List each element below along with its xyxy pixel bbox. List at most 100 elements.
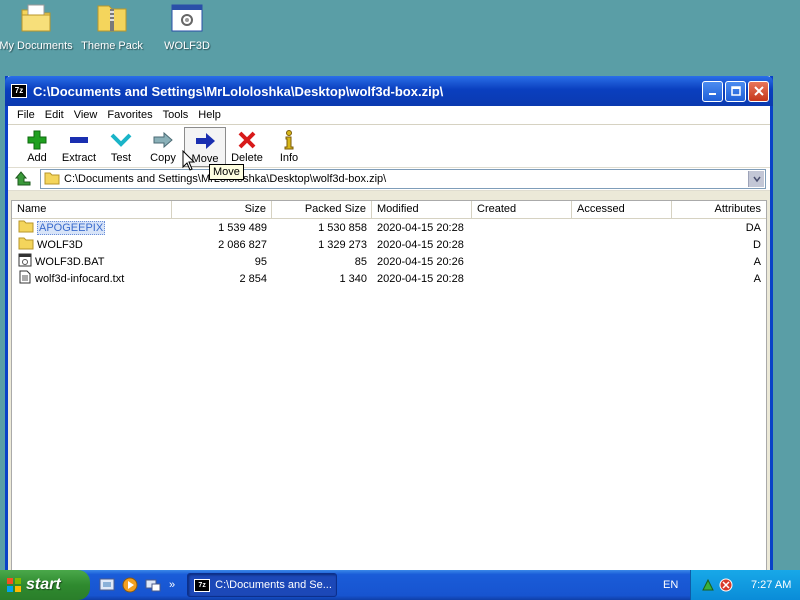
- tray-security-icon[interactable]: [719, 578, 733, 592]
- menu-bar: File Edit View Favorites Tools Help: [8, 106, 770, 125]
- tool-label: Extract: [61, 152, 97, 164]
- network-icon[interactable]: [144, 576, 162, 594]
- windows-flag-icon: [7, 578, 21, 592]
- file-packed-size: 85: [354, 255, 367, 268]
- zip-folder-icon: [95, 2, 129, 34]
- desktop-icon-label: My Documents: [0, 40, 73, 52]
- extract-button[interactable]: Extract: [58, 127, 100, 167]
- taskbar: start » 7z C:\Documents and Se... EN 7:2…: [0, 570, 800, 600]
- column-attributes[interactable]: Attributes: [672, 201, 766, 218]
- media-player-icon[interactable]: [121, 576, 139, 594]
- desktop-icon-label: Theme Pack: [81, 40, 143, 52]
- tool-label: Info: [279, 152, 299, 164]
- move-tooltip: Move: [209, 164, 244, 180]
- system-tray: 7:27 AM: [690, 570, 800, 600]
- start-button[interactable]: start: [0, 570, 90, 600]
- delete-button[interactable]: Delete: [226, 127, 268, 167]
- info-button[interactable]: Info: [268, 127, 310, 167]
- file-attributes: A: [753, 272, 761, 285]
- up-folder-button[interactable]: [14, 170, 32, 188]
- language-indicator[interactable]: EN: [663, 579, 678, 591]
- tray-update-icon[interactable]: [701, 578, 715, 592]
- table-row[interactable]: wolf3d-infocard.txt 2 854 1 340 2020-04-…: [12, 270, 766, 287]
- delete-icon: [226, 129, 268, 151]
- column-size[interactable]: Size: [172, 201, 272, 218]
- desktop-icon-label: WOLF3D: [164, 40, 210, 52]
- file-size: 1 539 489: [218, 221, 267, 234]
- copy-icon: [142, 129, 184, 151]
- menu-help[interactable]: Help: [193, 109, 226, 121]
- file-name: WOLF3D.BAT: [35, 255, 105, 268]
- file-modified: 2020-04-15 20:28: [377, 238, 464, 251]
- quick-launch: [98, 576, 167, 594]
- menu-view[interactable]: View: [69, 109, 103, 121]
- minimize-button[interactable]: [702, 80, 723, 102]
- table-row[interactable]: WOLF3D 2 086 827 1 329 273 2020-04-15 20…: [12, 236, 766, 253]
- file-modified: 2020-04-15 20:26: [377, 255, 464, 268]
- menu-file[interactable]: File: [12, 109, 40, 121]
- column-created[interactable]: Created: [472, 201, 572, 218]
- file-packed-size: 1 340: [339, 272, 367, 285]
- column-name[interactable]: Name: [12, 201, 172, 218]
- address-text: C:\Documents and Settings\MrLololoshka\D…: [64, 173, 387, 185]
- folder-icon: [18, 219, 34, 236]
- info-icon: [268, 129, 310, 151]
- file-attributes: A: [753, 255, 761, 268]
- taskbar-item-archive[interactable]: 7z C:\Documents and Se...: [187, 573, 338, 597]
- column-modified[interactable]: Modified: [372, 201, 472, 218]
- chevron-down-icon: [752, 176, 761, 183]
- menu-edit[interactable]: Edit: [40, 109, 69, 121]
- file-size: 2 854: [239, 272, 267, 285]
- mouse-cursor-icon: [182, 150, 196, 171]
- my-documents-icon: [19, 2, 53, 34]
- tool-label: Copy: [150, 152, 176, 164]
- minimize-icon: [708, 93, 716, 95]
- quick-launch-expand-icon[interactable]: »: [169, 579, 175, 591]
- file-list: Name Size Packed Size Modified Created A…: [11, 200, 767, 571]
- 7zip-app-icon: 7z: [11, 84, 27, 98]
- folder-icon: [18, 236, 34, 253]
- desktop-icon-theme-pack[interactable]: Theme Pack: [73, 2, 151, 52]
- file-packed-size: 1 329 273: [318, 238, 367, 251]
- maximize-button[interactable]: [725, 80, 746, 102]
- table-row[interactable]: WOLF3D.BAT 95 85 2020-04-15 20:26 A: [12, 253, 766, 270]
- extract-icon: [58, 129, 100, 151]
- window-titlebar[interactable]: 7z C:\Documents and Settings\MrLololoshk…: [5, 76, 773, 106]
- exe-window-icon: [170, 2, 204, 34]
- tool-label: Test: [110, 152, 132, 164]
- tool-label: Add: [27, 152, 47, 164]
- file-attributes: D: [753, 238, 761, 251]
- start-label: start: [26, 576, 61, 593]
- up-arrow-icon: [15, 171, 31, 186]
- close-button[interactable]: [748, 80, 769, 102]
- show-desktop-icon[interactable]: [98, 576, 116, 594]
- toolbar: Add Extract Test Copy Move Delete Info: [8, 125, 770, 167]
- file-modified: 2020-04-15 20:28: [377, 221, 464, 234]
- archive-window: 7z C:\Documents and Settings\MrLololoshk…: [5, 76, 773, 574]
- tool-label: Delete: [231, 152, 263, 164]
- column-accessed[interactable]: Accessed: [572, 201, 672, 218]
- clock[interactable]: 7:27 AM: [751, 579, 791, 591]
- file-attributes: DA: [745, 221, 761, 234]
- address-bar: C:\Documents and Settings\MrLololoshka\D…: [8, 167, 770, 191]
- menu-favorites[interactable]: Favorites: [102, 109, 157, 121]
- text-file-icon: [18, 270, 32, 287]
- file-modified: 2020-04-15 20:28: [377, 272, 464, 285]
- test-icon: [100, 129, 142, 151]
- address-dropdown-button[interactable]: [748, 171, 764, 187]
- test-button[interactable]: Test: [100, 127, 142, 167]
- add-icon: [16, 129, 58, 151]
- table-row[interactable]: APOGEEPIX 1 539 489 1 530 858 2020-04-15…: [12, 219, 766, 236]
- address-field[interactable]: C:\Documents and Settings\MrLololoshka\D…: [40, 169, 766, 189]
- close-icon: [753, 86, 764, 96]
- window-title: C:\Documents and Settings\MrLololoshka\D…: [33, 83, 444, 99]
- add-button[interactable]: Add: [16, 127, 58, 167]
- column-packed-size[interactable]: Packed Size: [272, 201, 372, 218]
- menu-tools[interactable]: Tools: [158, 109, 194, 121]
- desktop-icon-wolf3d[interactable]: WOLF3D: [148, 2, 226, 52]
- batch-file-icon: [18, 253, 32, 270]
- folder-icon: [44, 171, 60, 188]
- file-name: WOLF3D: [37, 238, 83, 251]
- desktop-icon-my-documents[interactable]: My Documents: [0, 2, 75, 52]
- copy-button[interactable]: Copy: [142, 127, 184, 167]
